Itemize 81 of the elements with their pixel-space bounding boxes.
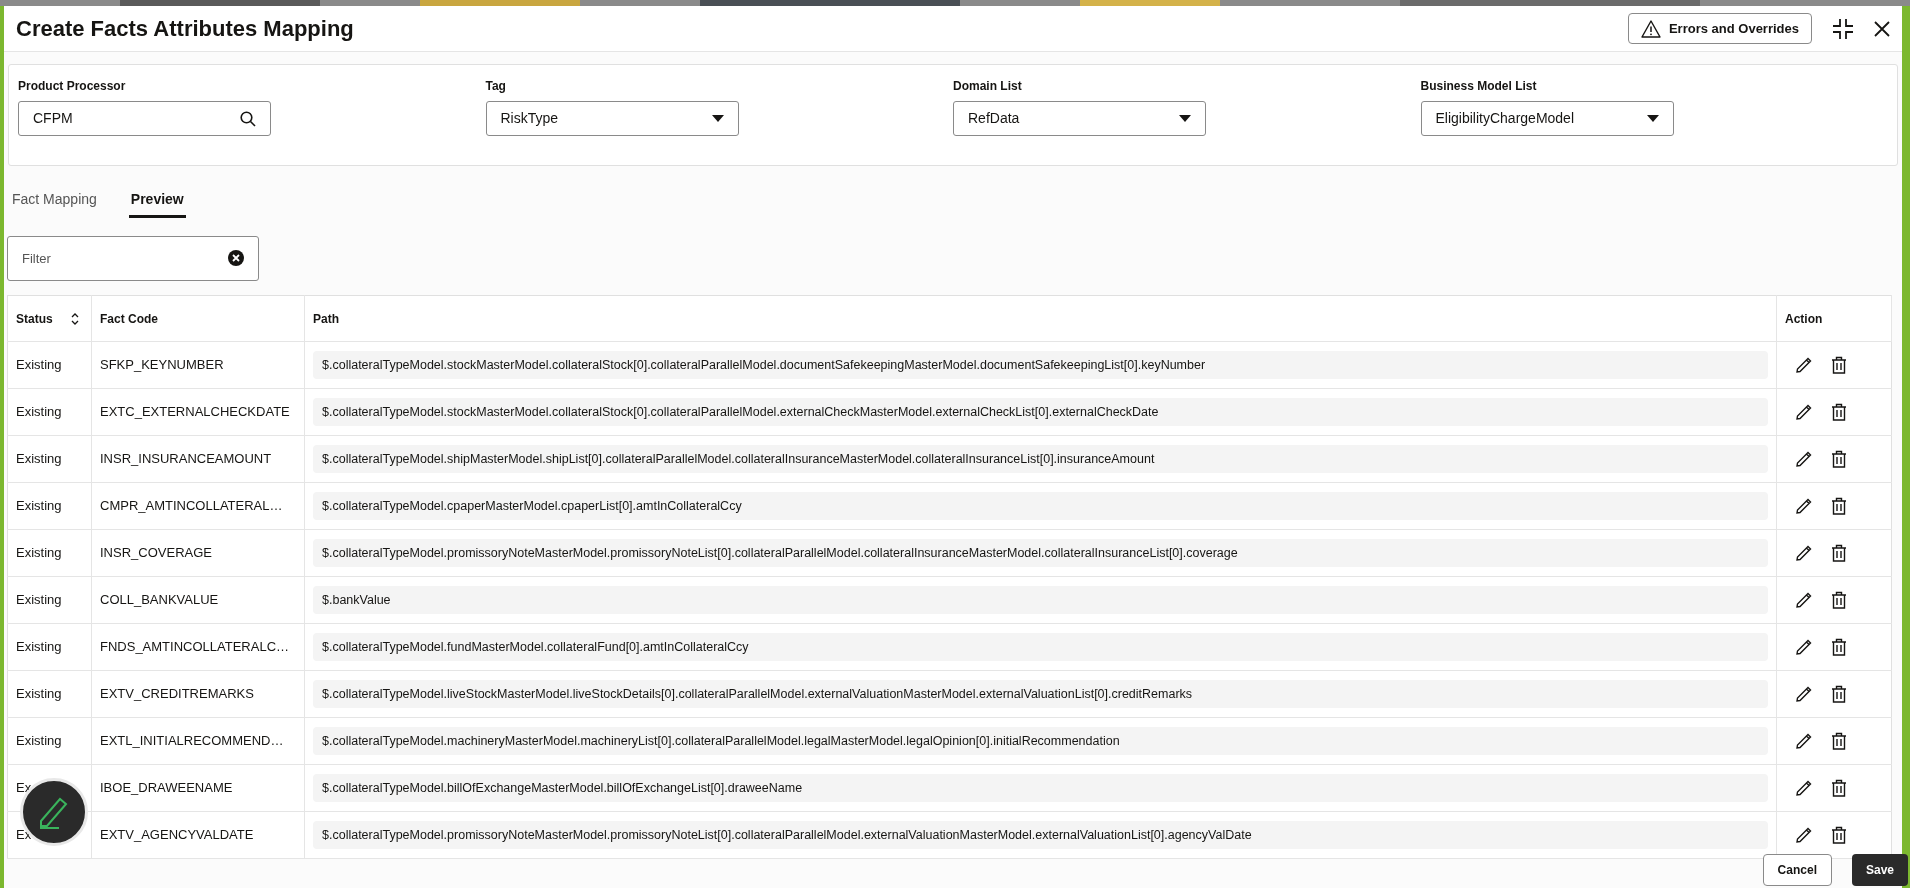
dropdown-field[interactable]: RefData (953, 101, 1206, 136)
fact-code-cell: EXTC_EXTERNALCHECKDATE (91, 388, 305, 436)
window-title: Create Facts Attributes Mapping (16, 15, 354, 43)
path-field: $.collateralTypeModel.liveStockMasterModel.liveStockDetails[0].collateralParallelModel.externalValuationMasterModel.externalValuationList[0].creditRemarks (313, 680, 1768, 708)
trash-icon[interactable] (1831, 591, 1847, 609)
column-header[interactable]: Status (7, 295, 92, 342)
field-label: Product Processor (18, 78, 127, 95)
status-cell: Existing (7, 623, 92, 671)
path-field: $.collateralTypeModel.stockMasterModel.collateralStock[0].collateralParallelModel.documentSafekeepingMasterModel.documentSafekeepingList[0].keyNumber (313, 351, 1768, 379)
field-label: Tag (485, 78, 507, 95)
trash-icon[interactable] (1831, 544, 1847, 562)
fact-code-cell: EXTV_AGENCYVALDATE (91, 811, 305, 859)
edit-icon[interactable] (1795, 591, 1813, 609)
fact-code-cell: IBOE_DRAWEENAME (91, 764, 305, 812)
caret-icon (711, 115, 724, 122)
dropdown-field[interactable]: EligibilityChargeModel (1420, 101, 1674, 136)
fact-code-cell: FNDS_AMTINCOLLATERALC… (91, 623, 305, 671)
status-cell: Existing (7, 717, 92, 765)
dropdown-field[interactable]: RiskType (485, 101, 739, 136)
trash-icon[interactable] (1831, 826, 1847, 844)
path-field: $.collateralTypeModel.promissoryNoteMasterModel.promissoryNoteList[0].collateralParallelModel.externalValuationMasterModel.externalValuationList[0].agencyValDate (313, 821, 1768, 849)
trash-icon[interactable] (1831, 732, 1847, 750)
fact-code-cell: SFKP_KEYNUMBER (91, 341, 305, 389)
trash-icon[interactable] (1831, 450, 1847, 468)
column-header: Fact Code (91, 295, 305, 342)
trash-icon[interactable] (1831, 779, 1847, 797)
edit-icon[interactable] (1795, 450, 1813, 468)
warning-icon (1640, 19, 1661, 38)
column-header: Action (1776, 295, 1892, 342)
save-button[interactable]: Save (1851, 854, 1908, 886)
status-cell: Existing (7, 341, 92, 389)
caret-icon (1179, 115, 1191, 122)
tab[interactable]: Preview (128, 184, 186, 218)
edit-icon[interactable] (1795, 638, 1813, 656)
path-field: $.collateralTypeModel.machineryMasterModel.machineryList[0].collateralParallelModel.legalMasterModel.legalOpinion[0].initialRecommendation (313, 727, 1768, 755)
trash-icon[interactable] (1831, 638, 1847, 656)
trash-icon[interactable] (1831, 685, 1847, 703)
cancel-button[interactable]: Cancel (1762, 854, 1832, 886)
path-field: $.collateralTypeModel.shipMasterModel.shipList[0].collateralParallelModel.collateralInsuranceMasterModel.collateralInsuranceList[0].insuranceAmount (313, 445, 1768, 473)
search-field[interactable]: CFPM (18, 101, 271, 136)
filter-field[interactable]: Filter (7, 236, 259, 281)
status-cell: Existing (7, 529, 92, 577)
trash-icon[interactable] (1831, 403, 1847, 421)
edit-icon[interactable] (1795, 826, 1813, 844)
fact-code-cell: COLL_BANKVALUE (91, 576, 305, 624)
path-field: $.collateralTypeModel.billOfExchangeMasterModel.billOfExchangeList[0].draweeName (313, 774, 1768, 802)
fact-code-cell: EXTL_INITIALRECOMMEND… (91, 717, 305, 765)
sort-icon (71, 312, 79, 325)
path-field: $.collateralTypeModel.fundMasterModel.collateralFund[0].amtInCollateralCcy (313, 633, 1768, 661)
status-cell: Existing (7, 435, 92, 483)
clear-icon[interactable] (227, 249, 245, 267)
status-cell: Existing (7, 670, 92, 718)
path-field: $.collateralTypeModel.stockMasterModel.collateralStock[0].collateralParallelModel.externalCheckMasterModel.externalCheckList[0].externalCheckDate (313, 398, 1768, 426)
fact-code-cell: CMPR_AMTINCOLLATERAL… (91, 482, 305, 530)
edit-icon[interactable] (1795, 732, 1813, 750)
edit-icon[interactable] (1795, 356, 1813, 374)
edit-icon[interactable] (1795, 403, 1813, 421)
path-field: $.bankValue (313, 586, 1768, 614)
search-icon (240, 110, 256, 127)
fact-code-cell: EXTV_CREDITREMARKS (91, 670, 305, 718)
field-label: Business Model List (1420, 78, 1538, 95)
path-field: $.collateralTypeModel.cpaperMasterModel.cpaperList[0].amtInCollateralCcy (313, 492, 1768, 520)
edit-icon[interactable] (1795, 544, 1813, 562)
close-icon[interactable] (1874, 20, 1890, 37)
fact-code-cell: INSR_INSURANCEAMOUNT (91, 435, 305, 483)
collapse-icon[interactable] (1832, 17, 1854, 40)
trash-icon[interactable] (1831, 356, 1847, 374)
tab[interactable]: Fact Mapping (12, 184, 97, 218)
path-field: $.collateralTypeModel.promissoryNoteMasterModel.promissoryNoteList[0].collateralParallelModel.collateralInsuranceMasterModel.collateralInsuranceList[0].coverage (313, 539, 1768, 567)
fact-code-cell: INSR_COVERAGE (91, 529, 305, 577)
status-cell: Existing (7, 388, 92, 436)
edit-icon[interactable] (1795, 497, 1813, 515)
caret-icon (1646, 115, 1659, 122)
errors-and-overrides-button[interactable]: Errors and Overrides (1627, 13, 1812, 44)
column-header: Path (304, 295, 1777, 342)
trash-icon[interactable] (1831, 497, 1847, 515)
status-cell: Existing (7, 576, 92, 624)
status-cell: Existing (7, 482, 92, 530)
field-label: Domain List (953, 78, 1023, 95)
edit-icon[interactable] (1795, 779, 1813, 797)
edit-icon[interactable] (1795, 685, 1813, 703)
